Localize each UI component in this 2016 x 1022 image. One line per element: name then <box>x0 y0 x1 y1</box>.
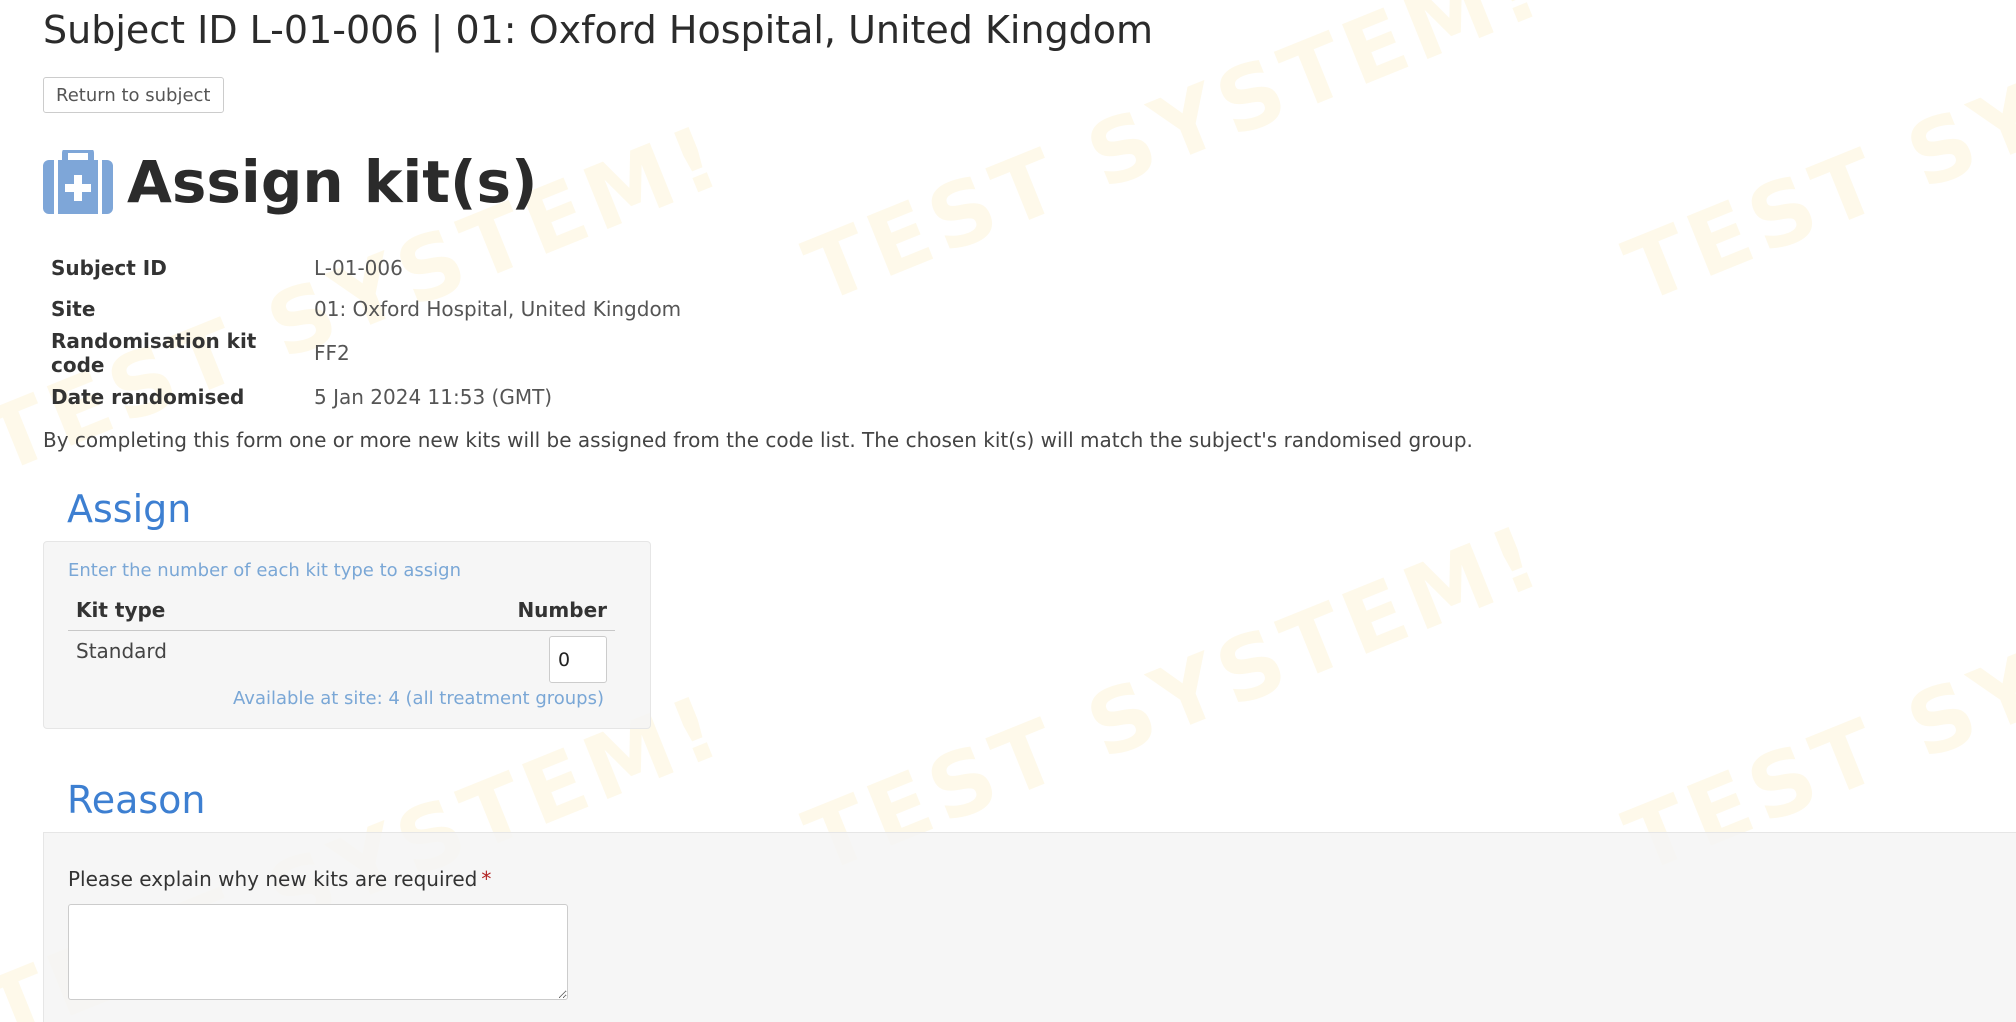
assign-hint: Enter the number of each kit type to ass… <box>68 560 462 581</box>
kit-table-header: Kit type Number <box>68 590 615 631</box>
reason-panel: Please explain why new kits are required… <box>43 832 2016 1022</box>
return-to-subject-button[interactable]: Return to subject <box>43 77 224 113</box>
assign-kits-heading-row: Assign kit(s) <box>43 150 538 214</box>
page: TEST SYSTEM! TEST SYSTEM! TEST SYSTEM! T… <box>0 0 2016 1022</box>
required-marker: * <box>481 867 492 891</box>
watermark-text: TEST SYSTEM! <box>1611 0 2016 323</box>
detail-label: Randomisation kit code <box>51 329 257 377</box>
detail-row: Subject ID L-01-006 <box>43 248 689 289</box>
detail-row: Date randomised 5 Jan 2024 11:53 (GMT) <box>43 377 689 418</box>
kit-table: Kit type Number Standard <box>68 590 615 683</box>
subject-details-table: Subject ID L-01-006 Site 01: Oxford Hosp… <box>43 248 689 418</box>
detail-row: Randomisation kit code FF2 <box>43 329 689 377</box>
detail-label: Subject ID <box>51 256 167 281</box>
intro-text: By completing this form one or more new … <box>43 428 1473 452</box>
available-at-site-text: Available at site: 4 (all treatment grou… <box>233 688 604 709</box>
detail-value: 01: Oxford Hospital, United Kingdom <box>314 296 682 321</box>
detail-row: Site 01: Oxford Hospital, United Kingdom <box>43 289 689 330</box>
detail-value: 5 Jan 2024 11:53 (GMT) <box>314 385 553 410</box>
assign-panel: Enter the number of each kit type to ass… <box>43 541 651 729</box>
number-column-header: Number <box>343 590 615 631</box>
main-heading: Assign kit(s) <box>127 148 538 216</box>
kit-number-input[interactable] <box>549 636 607 683</box>
kit-type-column-header: Kit type <box>68 590 344 631</box>
page-title: Subject ID L-01-006 | 01: Oxford Hospita… <box>43 8 1154 52</box>
reason-section-title: Reason <box>67 778 206 822</box>
reason-label: Please explain why new kits are required… <box>68 867 491 891</box>
reason-label-text: Please explain why new kits are required <box>68 867 478 891</box>
detail-label: Date randomised <box>51 385 245 410</box>
medical-kit-icon <box>43 150 113 214</box>
detail-value: L-01-006 <box>314 256 403 281</box>
number-cell <box>343 631 615 683</box>
kit-type-cell: Standard <box>76 639 167 663</box>
detail-value: FF2 <box>314 341 350 365</box>
assign-section-title: Assign <box>67 487 192 531</box>
table-row: Standard <box>68 631 615 683</box>
detail-label: Site <box>51 296 96 321</box>
reason-textarea[interactable] <box>68 904 568 1000</box>
